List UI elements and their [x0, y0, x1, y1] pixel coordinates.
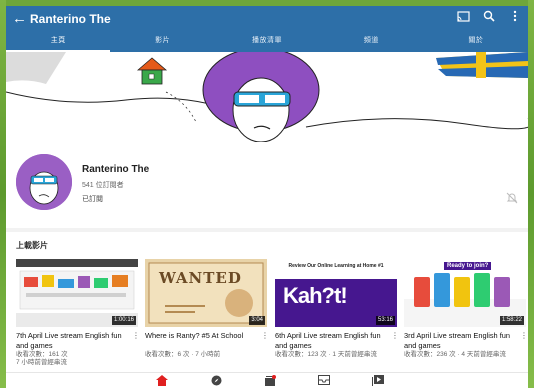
section-divider	[6, 228, 528, 232]
video-card[interactable]: WANTED 3:04 Where is Ranty? #5 At School…	[145, 259, 269, 358]
home-icon[interactable]	[155, 375, 169, 387]
thumbnail-text: Kah?t!	[283, 283, 348, 308]
channel-title: Ranterino The	[30, 12, 111, 26]
tab-home[interactable]: 主頁	[6, 32, 111, 52]
more-vert-icon[interactable]: ⋮	[391, 331, 399, 340]
video-thumbnail[interactable]: 1:00:16	[16, 259, 138, 327]
video-duration: 53:16	[375, 316, 395, 325]
video-duration: 3:04	[249, 316, 265, 325]
bell-off-icon[interactable]	[506, 192, 518, 204]
channel-tabs: 主頁 影片 播放清單 頻道 關於	[6, 32, 528, 52]
search-icon[interactable]	[482, 10, 496, 26]
video-card[interactable]: Ready to join? 1:58:22 3rd April Live st…	[404, 259, 528, 358]
video-title[interactable]: Where is Ranty? #5 At School	[145, 331, 257, 341]
banner-illustration	[6, 52, 528, 142]
cast-icon[interactable]	[456, 10, 470, 26]
video-meta: 收看次數：6 次 · 7 小時前	[145, 351, 221, 358]
app-screen: ← Ranterino The 主頁 影片 播放清單 頻道 關於 Ranteri…	[6, 6, 528, 388]
arrow-back-icon[interactable]: ←	[12, 11, 28, 27]
inbox-icon[interactable]	[317, 375, 331, 387]
device-frame-right	[528, 0, 534, 388]
channel-banner	[6, 52, 528, 142]
more-vert-icon[interactable]: ⋮	[261, 331, 269, 340]
bottom-navigation	[6, 372, 528, 388]
more-vert-icon[interactable]: ⋮	[132, 331, 140, 340]
video-title[interactable]: 6th April Live stream English fun and ga…	[275, 331, 387, 350]
uploads-list: 1:00:16 7th April Live stream English fu…	[16, 259, 528, 371]
avatar[interactable]	[16, 154, 72, 210]
tab-playlists[interactable]: 播放清單	[215, 32, 319, 52]
video-meta: 收看次數：123 次 · 1 天前曾經串流	[275, 351, 377, 358]
channel-info: Ranterino The 541 位訂閱者 已訂閱	[6, 142, 528, 228]
video-title[interactable]: 7th April Live stream English fun and ga…	[16, 331, 128, 350]
video-meta: 收看次數：161 次 7 小時前曾經串流	[16, 351, 68, 366]
video-thumbnail[interactable]: WANTED 3:04	[145, 259, 267, 327]
tab-channels[interactable]: 頻道	[319, 32, 423, 52]
app-bar-actions	[456, 10, 522, 26]
more-vert-icon[interactable]: ⋮	[520, 331, 528, 340]
app-bar: ← Ranterino The 主頁 影片 播放清單 頻道 關於	[6, 6, 528, 52]
video-duration: 1:00:16	[111, 316, 136, 325]
video-thumbnail[interactable]: Ready to join? 1:58:22	[404, 259, 526, 327]
video-card[interactable]: Review Our Online Learning at Home #1 Ka…	[275, 259, 399, 358]
more-vert-icon[interactable]	[508, 10, 522, 26]
thumbnail-text: Ready to join?	[444, 262, 492, 270]
library-icon[interactable]	[371, 375, 385, 387]
thumbnail-text: Review Our Online Learning at Home #1	[288, 263, 384, 269]
thumbnail-text: WANTED	[159, 269, 242, 287]
subscriptions-icon[interactable]	[263, 375, 277, 387]
video-duration: 1:58:22	[499, 316, 524, 325]
video-card[interactable]: 1:00:16 7th April Live stream English fu…	[16, 259, 140, 366]
explore-icon[interactable]	[209, 375, 223, 387]
subscribed-button[interactable]: 已訂閱	[82, 194, 103, 204]
video-thumbnail[interactable]: Review Our Online Learning at Home #1 Ka…	[275, 259, 397, 327]
video-meta: 收看次數：236 次 · 4 天前曾經串流	[404, 351, 506, 358]
channel-name: Ranterino The	[82, 164, 150, 175]
tab-about[interactable]: 關於	[424, 32, 528, 52]
uploads-heading: 上載影片	[16, 241, 48, 250]
video-title[interactable]: 3rd April Live stream English fun and ga…	[404, 331, 516, 350]
tab-videos[interactable]: 影片	[110, 32, 214, 52]
subscriber-count: 541 位訂閱者	[82, 182, 124, 189]
